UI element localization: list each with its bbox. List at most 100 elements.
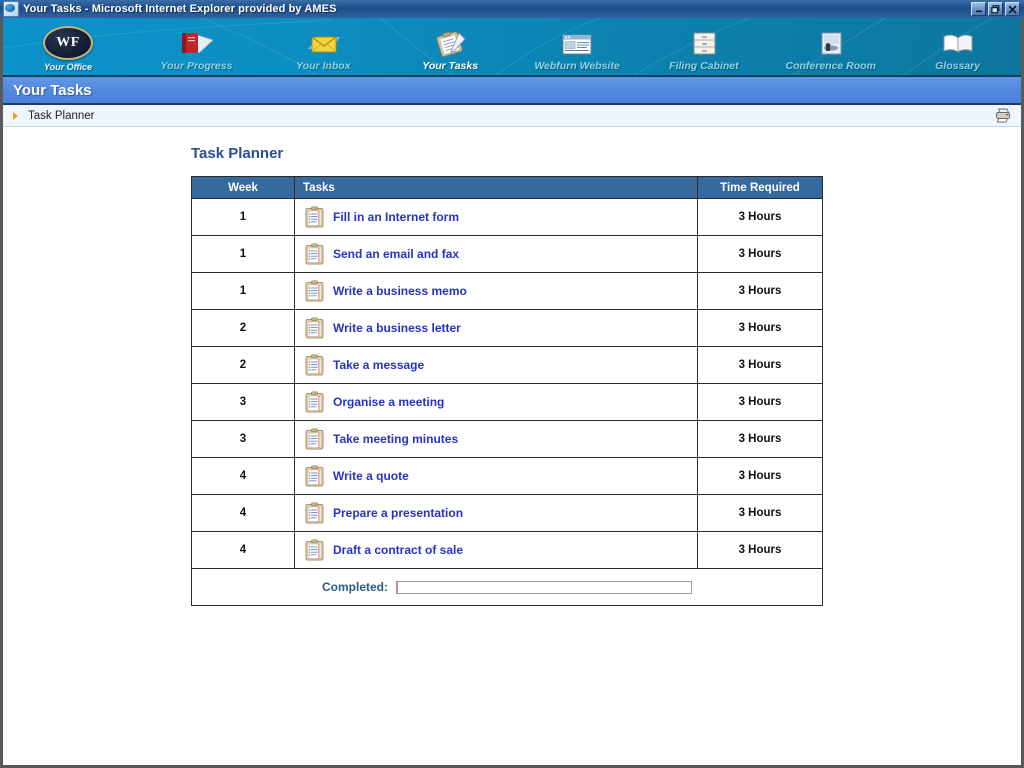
window-title-bar: Your Tasks - Microsoft Internet Explorer… [0,0,1024,18]
table-row: 2 [191,346,823,384]
task-link[interactable]: Send an email and fax [305,243,696,265]
ie-document-icon [3,1,19,17]
task-label: Fill in an Internet form [333,210,460,224]
clipboard-checklist-icon [305,502,324,524]
table-header-row: Week Tasks Time Required [191,176,823,199]
cell-week: 4 [191,457,295,495]
clipboard-checklist-icon [305,280,324,302]
site-navigation-bar: WF Your Office Your Progress Your Inbox … [3,18,1021,77]
cell-week: 2 [191,346,295,384]
page-title: Task Planner [191,145,284,162]
breadcrumb-item-task-planner[interactable]: Task Planner [28,110,94,122]
table-footer-row: Completed: [191,568,823,606]
window-controls [971,2,1022,16]
nav-item-your-progress[interactable]: Your Progress [133,18,260,75]
completed-label: Completed: [322,580,388,594]
task-label: Draft a contract of sale [333,543,464,557]
table-row: 1 [191,235,823,273]
column-header-time: Time Required [697,176,823,199]
task-rows: 1 Fill in an Internet form 3 Hours 1 Sen… [191,198,823,569]
task-label: Send an email and fax [333,247,460,261]
nav-item-conference-room[interactable]: Conference Room [767,18,894,75]
nav-item-webfurn-website[interactable]: Webfurn Website [514,18,641,75]
cell-week: 1 [191,272,295,310]
conference-room-icon [808,29,854,59]
table-row: 2 [191,309,823,347]
browser-viewport: WF Your Office Your Progress Your Inbox … [0,18,1024,768]
page-content: Task Planner Week Tasks Time Required 1 [3,127,1021,606]
cell-task: Fill in an Internet form [294,198,698,236]
clipboard-checklist-icon [305,465,324,487]
nav-label: Glossary [935,60,981,72]
cell-week: 3 [191,420,295,458]
completed-cell: Completed: [191,568,823,606]
cell-task: Take meeting minutes [294,420,698,458]
task-link[interactable]: Write a business memo [305,280,696,302]
logo-caption: Your Office [43,62,92,72]
table-row: 1 [191,198,823,236]
filing-cabinet-icon [681,29,727,59]
completed-progress-bar [396,580,692,594]
clipboard-checklist-icon [305,354,324,376]
cell-task: Send an email and fax [294,235,698,273]
cell-task: Prepare a presentation [294,494,698,532]
task-label: Organise a meeting [333,395,445,409]
cell-week: 1 [191,235,295,273]
cell-time: 3 Hours [697,235,823,273]
cell-task: Organise a meeting [294,383,698,421]
breadcrumb: Task Planner [3,105,1021,127]
nav-label: Webfurn Website [534,60,620,72]
task-link[interactable]: Prepare a presentation [305,502,696,524]
task-link[interactable]: Fill in an Internet form [305,206,696,228]
task-link[interactable]: Take meeting minutes [305,428,696,450]
task-label: Take meeting minutes [333,432,459,446]
cell-task: Take a message [294,346,698,384]
section-header: Your Tasks [3,77,1021,105]
task-link[interactable]: Take a message [305,354,696,376]
task-link[interactable]: Write a quote [305,465,696,487]
red-book-icon [173,29,219,59]
cell-time: 3 Hours [697,457,823,495]
task-link[interactable]: Draft a contract of sale [305,539,696,561]
nav-item-your-tasks[interactable]: Your Tasks [387,18,514,75]
wf-oval-logo: WF [43,26,93,60]
task-link[interactable]: Organise a meeting [305,391,696,413]
task-link[interactable]: Write a business letter [305,317,696,339]
table-row: 3 [191,383,823,421]
task-label: Take a message [333,358,425,372]
table-row: 4 [191,494,823,532]
nav-label: Conference Room [785,60,876,72]
site-logo[interactable]: WF Your Office [3,18,133,75]
clipboard-checklist-icon [305,243,324,265]
window-title: Your Tasks - Microsoft Internet Explorer… [23,3,337,15]
open-book-icon [935,29,981,59]
table-row: 1 [191,272,823,310]
nav-label: Your Progress [160,60,233,72]
nav-item-your-inbox[interactable]: Your Inbox [260,18,387,75]
clipboard-checklist-icon [305,428,324,450]
clipboard-pen-icon [427,29,473,59]
cell-time: 3 Hours [697,420,823,458]
cell-time: 3 Hours [697,346,823,384]
browser-window-icon [554,29,600,59]
nav-items: WF Your Office Your Progress Your Inbox … [3,18,1021,75]
clipboard-checklist-icon [305,317,324,339]
cell-week: 4 [191,531,295,569]
cell-week: 3 [191,383,295,421]
table-row: 3 [191,420,823,458]
orange-triangle-icon [13,111,23,120]
task-label: Write a business memo [333,284,467,298]
restore-button[interactable] [988,2,1003,16]
column-header-tasks: Tasks [294,176,698,199]
close-button[interactable] [1005,2,1020,16]
task-label: Write a quote [333,469,409,483]
nav-item-filing-cabinet[interactable]: Filing Cabinet [640,18,767,75]
cell-week: 4 [191,494,295,532]
cell-task: Write a business memo [294,272,698,310]
printer-icon[interactable] [993,107,1013,125]
task-planner-table: Week Tasks Time Required 1 Fill in an In… [191,176,823,606]
nav-item-glossary[interactable]: Glossary [894,18,1021,75]
minimize-button[interactable] [971,2,986,16]
cell-time: 3 Hours [697,494,823,532]
clipboard-checklist-icon [305,391,324,413]
